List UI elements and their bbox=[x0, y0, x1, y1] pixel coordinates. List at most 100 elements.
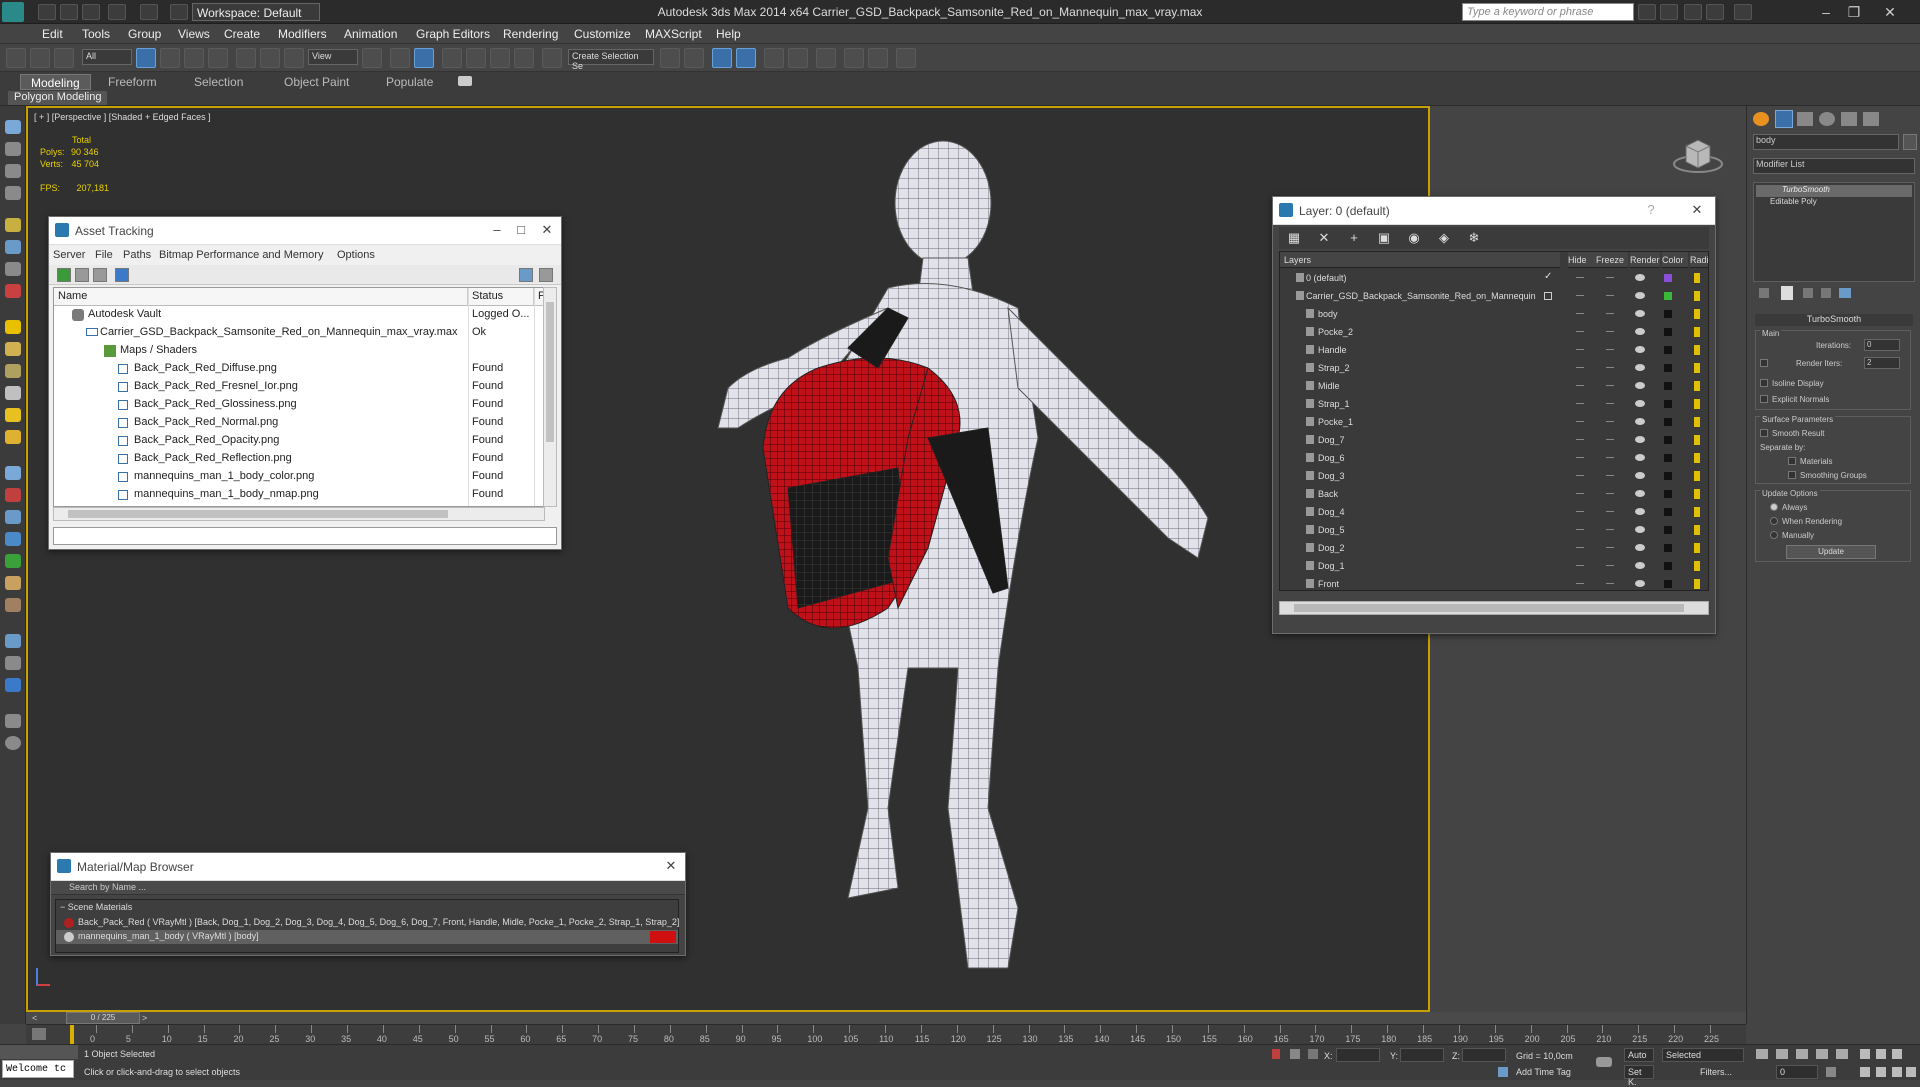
layer-row[interactable]: Back bbox=[1280, 485, 1708, 503]
select-manipulate-icon[interactable] bbox=[390, 48, 410, 68]
layer-row[interactable]: Dog_4 bbox=[1280, 503, 1708, 521]
remove-modifier-icon[interactable] bbox=[1821, 288, 1831, 298]
keyword-search-input[interactable]: Type a keyword or phrase bbox=[1462, 3, 1634, 21]
render-toggle-icon[interactable] bbox=[1635, 400, 1645, 407]
field-of-view-icon[interactable] bbox=[1860, 1067, 1870, 1077]
tab-freeform[interactable]: Freeform bbox=[98, 74, 167, 90]
time-slider-thumb[interactable]: 0 / 225 bbox=[66, 1012, 140, 1024]
render-production-icon[interactable] bbox=[896, 48, 916, 68]
curve-editor-mini-icon[interactable] bbox=[32, 1028, 46, 1040]
zoom-all-icon[interactable] bbox=[1876, 1049, 1886, 1059]
teapot-icon[interactable] bbox=[5, 430, 21, 444]
radiosity-icon[interactable] bbox=[1694, 273, 1700, 283]
asset-tracking-window[interactable]: Asset Tracking – □ ✕ Server File Paths B… bbox=[48, 216, 562, 550]
add-to-layer-icon[interactable]: + bbox=[1347, 231, 1361, 245]
layer-manager-window[interactable]: Layer: 0 (default) ? ✕ ▦ ✕ + ▣ ◉ ◈ ❄ Lay… bbox=[1272, 196, 1716, 634]
render-toggle-icon[interactable] bbox=[1635, 454, 1645, 461]
explicit-normals-checkbox[interactable] bbox=[1760, 395, 1768, 403]
utilities-icon[interactable] bbox=[5, 656, 21, 670]
table-row[interactable]: Back_Pack_Red_Reflection.png Found bbox=[54, 450, 544, 468]
delete-layer-icon[interactable]: ✕ bbox=[1317, 231, 1331, 245]
rendered-frame-window-icon[interactable] bbox=[868, 48, 888, 68]
layer-row[interactable]: Handle bbox=[1280, 341, 1708, 359]
layer-color-swatch[interactable] bbox=[1664, 490, 1672, 498]
settings-icon[interactable] bbox=[539, 268, 553, 282]
menu-options[interactable]: Options bbox=[337, 249, 375, 261]
render-setup-icon[interactable] bbox=[844, 48, 864, 68]
snaps-toggle-icon[interactable] bbox=[442, 48, 462, 68]
orbit-icon[interactable] bbox=[1892, 1067, 1902, 1077]
schematic-view-icon[interactable] bbox=[788, 48, 808, 68]
mirror-icon[interactable] bbox=[660, 48, 680, 68]
layer-row[interactable]: 0 (default) ✓ bbox=[1280, 269, 1708, 287]
save-file-icon[interactable] bbox=[82, 4, 100, 20]
spinner-snap-icon[interactable] bbox=[514, 48, 534, 68]
close-button[interactable]: ✕ bbox=[539, 223, 555, 237]
radiosity-icon[interactable] bbox=[1694, 381, 1700, 391]
close-button[interactable]: ✕ bbox=[1689, 203, 1705, 217]
render-toggle-icon[interactable] bbox=[1635, 562, 1645, 569]
unlink-icon[interactable] bbox=[30, 48, 50, 68]
tab-object-paint[interactable]: Object Paint bbox=[274, 74, 359, 90]
layer-color-swatch[interactable] bbox=[1664, 436, 1672, 444]
table-row[interactable]: Back_Pack_Red_Opacity.png Found bbox=[54, 432, 544, 450]
add-time-tag-button[interactable]: Add Time Tag bbox=[1516, 1067, 1571, 1077]
cone-icon[interactable] bbox=[5, 386, 21, 400]
create-tab-icon[interactable] bbox=[1753, 112, 1769, 126]
table-row[interactable]: Back_Pack_Red_Glossiness.png Found bbox=[54, 396, 544, 414]
layer-color-swatch[interactable] bbox=[1664, 526, 1672, 534]
key-mode-icon[interactable] bbox=[1596, 1057, 1612, 1067]
modifier-list-dropdown[interactable]: Modifier List bbox=[1753, 158, 1915, 174]
close-button[interactable]: ✕ bbox=[663, 859, 679, 873]
ribbon-options-icon[interactable] bbox=[458, 76, 472, 86]
menu-modifiers[interactable]: Modifiers bbox=[278, 27, 327, 41]
tab-modeling[interactable]: Modeling bbox=[20, 74, 91, 90]
radiosity-icon[interactable] bbox=[1694, 471, 1700, 481]
rotate-icon[interactable] bbox=[260, 48, 280, 68]
layer-icon[interactable] bbox=[5, 164, 21, 178]
app-logo-icon[interactable] bbox=[2, 2, 24, 22]
helper-icon[interactable] bbox=[5, 262, 21, 276]
curve-editor-icon[interactable] bbox=[764, 48, 784, 68]
active-layer-checkmark-icon[interactable]: ✓ bbox=[1544, 271, 1552, 282]
menu-file[interactable]: File bbox=[95, 249, 113, 261]
layer-color-swatch[interactable] bbox=[1664, 454, 1672, 462]
list-item[interactable]: Back_Pack_Red ( VRayMtl ) [Back, Dog_1, … bbox=[56, 916, 679, 930]
character-icon[interactable] bbox=[5, 576, 21, 590]
set-key-button[interactable]: Set K. bbox=[1624, 1065, 1654, 1087]
keyboard-shortcut-override-icon[interactable] bbox=[414, 48, 434, 68]
project-folder-icon[interactable] bbox=[170, 4, 188, 20]
menu-paths[interactable]: Paths bbox=[123, 249, 151, 261]
layer-color-swatch[interactable] bbox=[1664, 292, 1672, 300]
radiosity-icon[interactable] bbox=[1694, 507, 1700, 517]
bones-icon[interactable] bbox=[5, 554, 21, 568]
column-render[interactable]: Render bbox=[1630, 252, 1660, 268]
layer-row[interactable]: Dog_6 bbox=[1280, 449, 1708, 467]
table-row[interactable]: Carrier_GSD_Backpack_Samsonite_Red_on_Ma… bbox=[54, 324, 544, 342]
render-toggle-icon[interactable] bbox=[1635, 580, 1645, 587]
render-toggle-icon[interactable] bbox=[1635, 274, 1645, 281]
polygon-modeling-panel[interactable]: Polygon Modeling bbox=[8, 91, 108, 105]
menu-customize[interactable]: Customize bbox=[574, 27, 631, 41]
layer-row[interactable]: Pocke_1 bbox=[1280, 413, 1708, 431]
table-row[interactable]: Back_Pack_Red_Diffuse.png Found bbox=[54, 360, 544, 378]
render-toggle-icon[interactable] bbox=[1635, 544, 1645, 551]
window-crossing-icon[interactable] bbox=[208, 48, 228, 68]
pan-icon[interactable] bbox=[1876, 1067, 1886, 1077]
table-row[interactable]: Back_Pack_Red_Normal.png Found bbox=[54, 414, 544, 432]
layer-row[interactable]: Front bbox=[1280, 575, 1708, 590]
maximize-viewport-icon[interactable] bbox=[1906, 1067, 1916, 1077]
menu-rendering[interactable]: Rendering bbox=[503, 27, 558, 41]
render-toggle-icon[interactable] bbox=[1635, 526, 1645, 533]
layer-color-swatch[interactable] bbox=[1664, 364, 1672, 372]
globe-icon[interactable] bbox=[5, 532, 21, 546]
pivot-center-icon[interactable] bbox=[362, 48, 382, 68]
layer-row[interactable]: body bbox=[1280, 305, 1708, 323]
hide-all-icon[interactable]: ◈ bbox=[1437, 231, 1451, 245]
layer-manager-titlebar[interactable]: Layer: 0 (default) ? ✕ bbox=[1273, 197, 1715, 225]
hierarchy-tab-icon[interactable] bbox=[1797, 112, 1813, 126]
column-color[interactable]: Color bbox=[1662, 252, 1688, 268]
viewport-label[interactable]: [ + ] [Perspective ] [Shaded + Edged Fac… bbox=[34, 112, 211, 122]
column-layers[interactable]: Layers bbox=[1280, 252, 1560, 268]
radiosity-icon[interactable] bbox=[1694, 453, 1700, 463]
